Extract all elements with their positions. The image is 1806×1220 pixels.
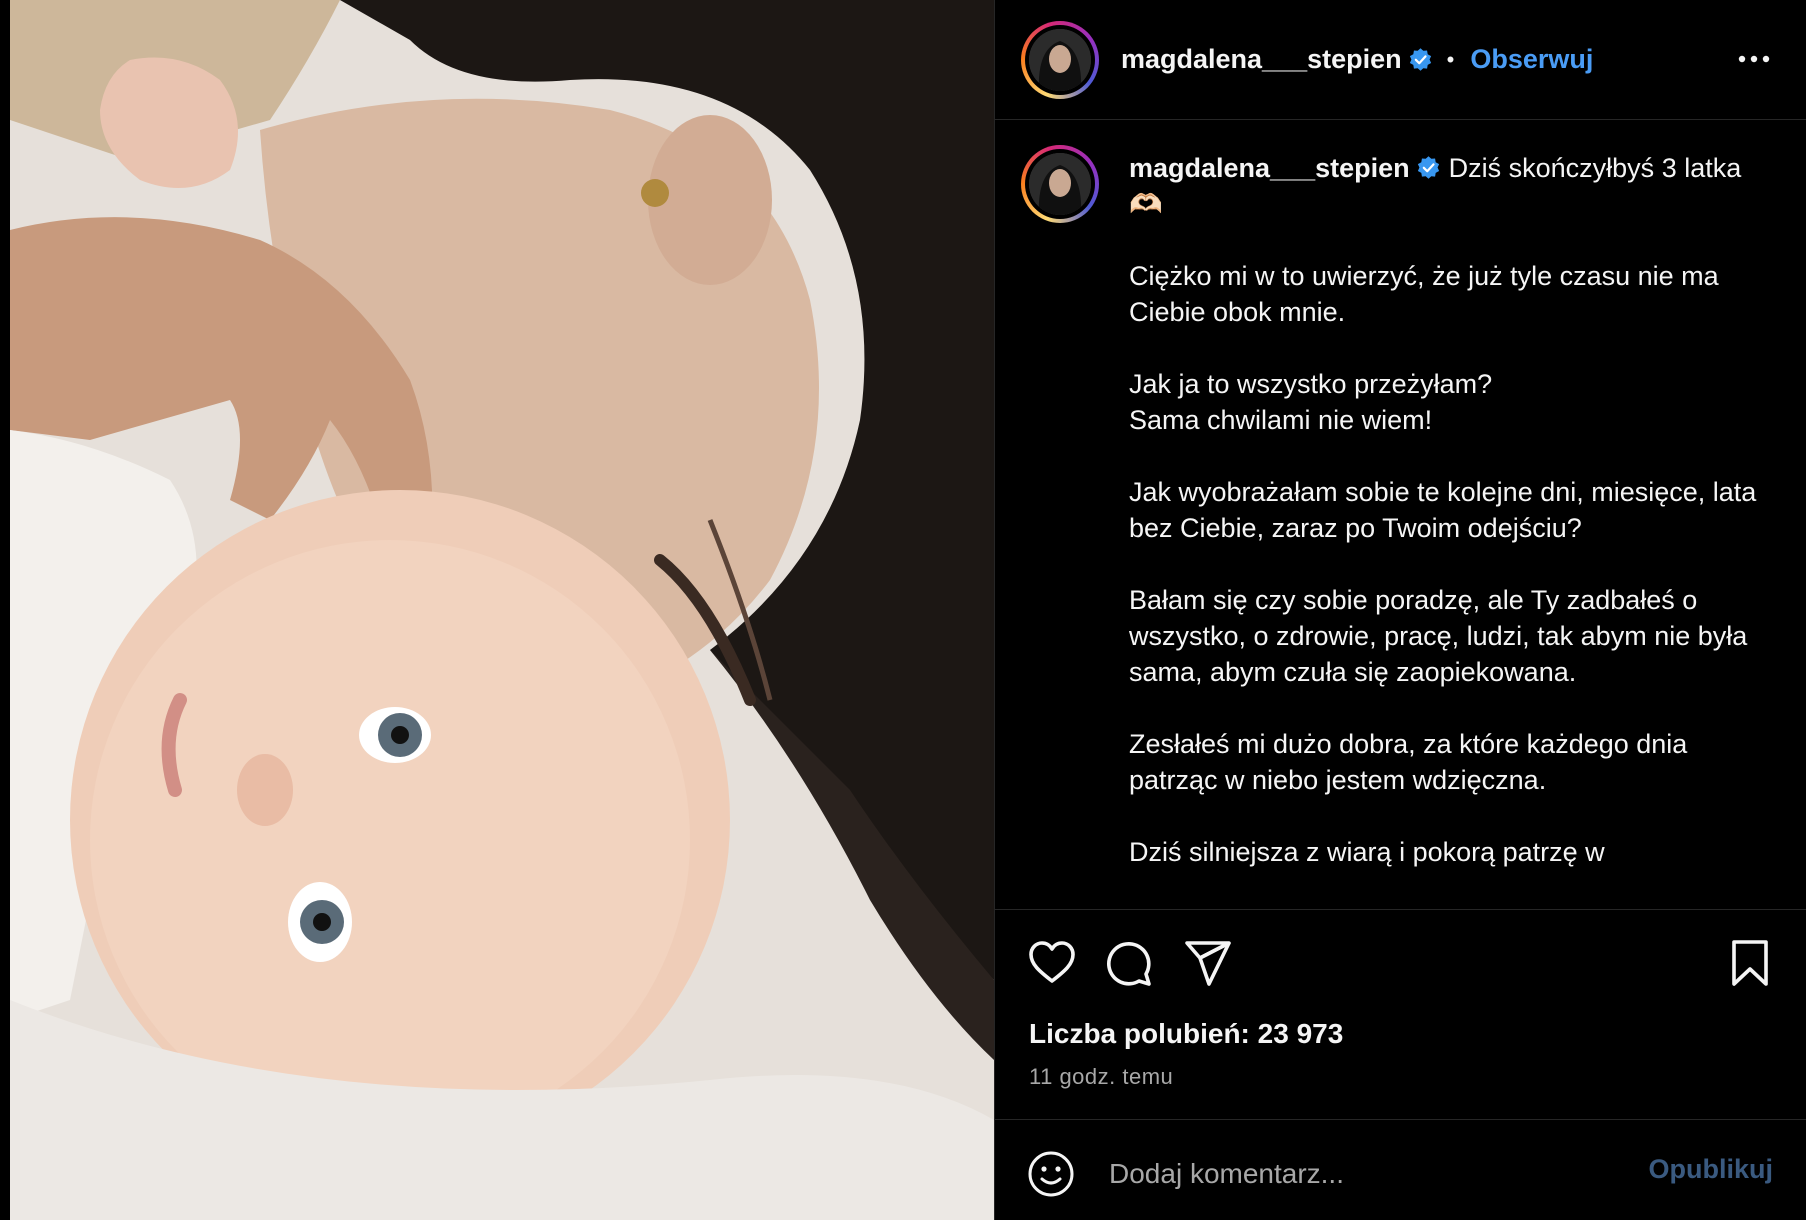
caption-username[interactable]: magdalena___stepien — [1129, 153, 1410, 183]
more-options-icon[interactable] — [1737, 44, 1771, 74]
caption-text: magdalena___stepien Dziś skończyłbyś 3 l… — [1129, 150, 1769, 906]
story-ring[interactable] — [1021, 20, 1099, 99]
post-photo-pane — [0, 0, 994, 1220]
bookmark-icon[interactable] — [1725, 938, 1775, 988]
post-timestamp[interactable]: 11 godz. temu — [1029, 1064, 1173, 1090]
caption-area: magdalena___stepien Dziś skończyłbyś 3 l… — [995, 120, 1806, 910]
like-count[interactable]: Liczba polubień: 23 973 — [1029, 1018, 1343, 1050]
caption-paragraph: Jak ja to wszystko przeżyłam? Sama chwil… — [1129, 369, 1493, 435]
caption-paragraph: Ciężko mi w to uwierzyć, że już tyle cza… — [1129, 261, 1719, 327]
emoji-icon[interactable] — [1027, 1150, 1075, 1198]
follow-button[interactable]: Obserwuj — [1470, 44, 1593, 75]
comment-icon[interactable] — [1103, 938, 1153, 988]
comment-bar: Opublikuj — [995, 1120, 1806, 1220]
caption-avatar[interactable] — [1029, 153, 1091, 215]
separator-dot: • — [1446, 46, 1455, 72]
post-header: magdalena___stepien • Obserwuj — [995, 0, 1806, 120]
caption-paragraph: Bałam się czy sobie poradzę, ale Ty zadb… — [1129, 585, 1748, 687]
share-icon[interactable] — [1183, 938, 1233, 988]
caption-paragraph: Jak wyobrażałam sobie te kolejne dni, mi… — [1129, 477, 1757, 543]
caption-paragraph: Dziś silniejsza z wiarą i pokorą patrzę … — [1129, 837, 1605, 867]
header-username[interactable]: magdalena___stepien — [1121, 44, 1402, 75]
verified-badge-icon — [1417, 156, 1439, 179]
caption-story-ring[interactable] — [1021, 145, 1099, 223]
post-photo[interactable] — [10, 0, 994, 1220]
publish-button[interactable]: Opublikuj — [1649, 1154, 1774, 1185]
post-details-pane: magdalena___stepien • Obserwuj magdalena… — [994, 0, 1806, 1220]
post-actions: Liczba polubień: 23 973 11 godz. temu — [995, 910, 1806, 1120]
comment-input[interactable] — [1107, 1148, 1631, 1200]
avatar[interactable] — [1029, 28, 1091, 91]
heart-icon[interactable] — [1027, 938, 1077, 988]
caption-paragraph: Zesłałeś mi dużo dobra, za które każdego… — [1129, 729, 1688, 795]
verified-badge-icon — [1409, 48, 1431, 71]
